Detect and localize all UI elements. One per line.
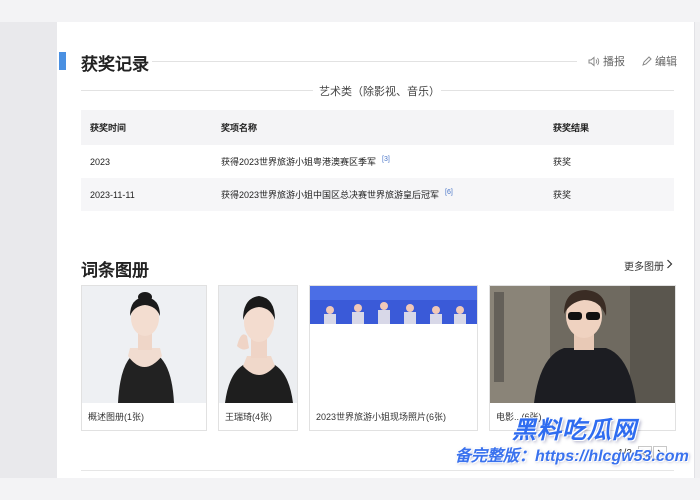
awards-section-title: 获奖记录 — [81, 55, 149, 74]
watermark-url: 备完整版：https://hlcgw53.com — [455, 448, 689, 465]
more-albums-label: 更多图册 — [624, 262, 664, 273]
edit-label: 编辑 — [655, 56, 677, 68]
table-row: 2023-11-11 获得2023世界旅游小姐中国区总决赛世界旅游皇后冠军 [6]… — [81, 178, 674, 211]
award-time: 2023-11-11 — [81, 178, 212, 211]
page-scrollbar[interactable] — [694, 22, 700, 478]
more-albums-link[interactable]: 更多图册 — [624, 258, 673, 273]
album-cover-image — [490, 286, 675, 403]
column-header-time: 获奖时间 — [81, 110, 212, 145]
category-divider-left — [81, 90, 313, 91]
album-card[interactable]: 王瑞琦(4张) — [218, 285, 298, 431]
gallery-section-title: 词条图册 — [81, 261, 149, 280]
award-name-cell: 获得2023世界旅游小姐中国区总决赛世界旅游皇后冠军 [6] — [212, 178, 544, 211]
award-name-cell: 获得2023世界旅游小姐粤港澳赛区季军 [3] — [212, 145, 544, 178]
play-button[interactable]: 播报 — [588, 53, 625, 69]
album-cover-image — [219, 286, 297, 403]
award-result: 获奖 — [544, 178, 674, 211]
award-time: 2023 — [90, 156, 111, 167]
section-bottom-divider — [81, 470, 674, 471]
column-header-result: 获奖结果 — [544, 110, 674, 145]
reference-link[interactable]: [6] — [445, 189, 453, 196]
table-header-row: 获奖时间 奖项名称 获奖结果 — [81, 110, 674, 145]
album-card[interactable]: 2023世界旅游小姐现场照片(6张) — [309, 285, 478, 431]
award-result: 获奖 — [553, 157, 572, 167]
awards-table: 获奖时间 奖项名称 获奖结果 2023 获得2023世界旅游小姐粤港澳赛区季军 [… — [81, 110, 674, 211]
watermark-title: 黑料吃瓜网 — [512, 417, 637, 444]
column-header-name: 奖项名称 — [212, 110, 544, 145]
album-cover-image — [310, 286, 477, 403]
album-card[interactable]: 概述图册(1张) — [81, 285, 207, 431]
bottom-background-strip — [0, 478, 700, 500]
pencil-icon — [641, 55, 652, 67]
award-name: 获得2023世界旅游小姐粤港澳赛区季军 — [221, 157, 377, 167]
album-caption: 2023世界旅游小姐现场照片(6张) — [316, 412, 447, 422]
top-background-strip — [0, 0, 700, 22]
category-divider-right — [441, 90, 674, 91]
table-row: 2023 获得2023世界旅游小姐粤港澳赛区季军 [3] 获奖 — [81, 145, 674, 178]
award-name: 获得2023世界旅游小姐中国区总决赛世界旅游皇后冠军 — [221, 190, 440, 200]
album-caption: 王瑞琦(4张) — [225, 412, 272, 422]
edit-button[interactable]: 编辑 — [641, 53, 677, 69]
play-label: 播报 — [603, 56, 625, 68]
section-title-divider — [152, 61, 577, 62]
album-caption: 概述图册(1张) — [88, 412, 144, 422]
album-cover-image — [82, 286, 206, 403]
award-category-header: 艺术类（除影视、音乐） — [81, 82, 674, 98]
chevron-right-icon — [666, 259, 673, 272]
award-category-label: 艺术类（除影视、音乐） — [319, 86, 440, 98]
section-accent-bar — [59, 52, 66, 70]
reference-link[interactable]: [3] — [382, 156, 390, 163]
speaker-icon — [588, 55, 600, 67]
